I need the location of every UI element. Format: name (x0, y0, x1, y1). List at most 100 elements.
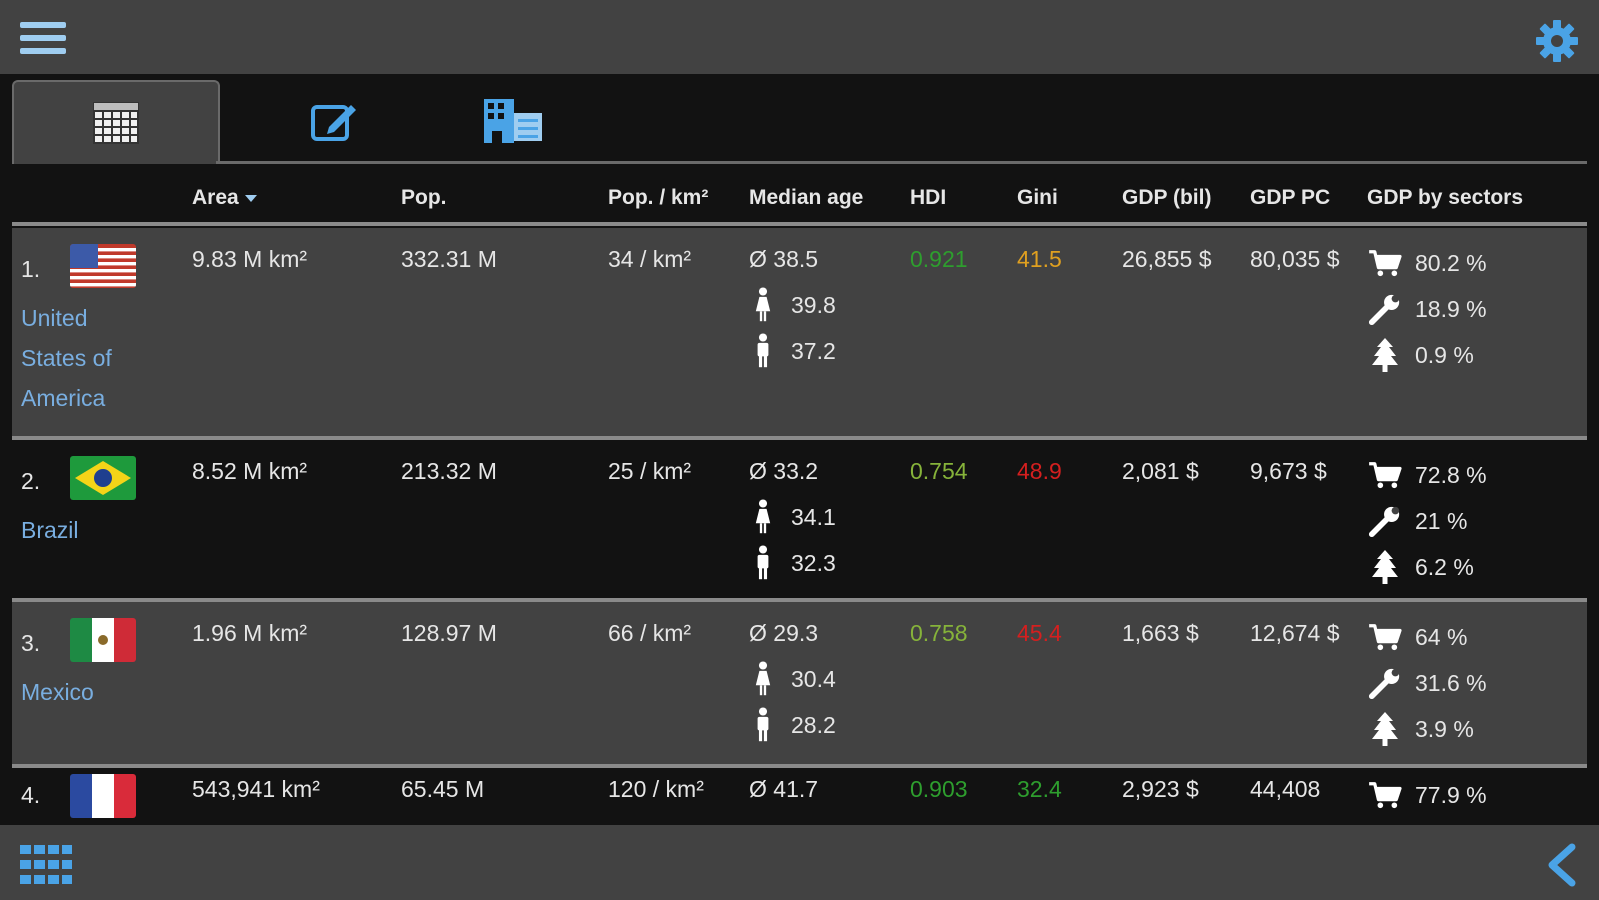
country-link[interactable]: United States of America (21, 298, 151, 418)
sector-agriculture: 3.9 % (1415, 715, 1474, 742)
hdi-value: 0.921 (910, 246, 968, 272)
median-age-female: 39.8 (791, 291, 836, 318)
wrench-icon (1367, 666, 1403, 700)
female-icon (749, 661, 777, 697)
median-age-male: 32.3 (791, 549, 836, 576)
area-value: 8.52 M km² (192, 458, 308, 484)
sector-agriculture: 0.9 % (1415, 341, 1474, 368)
sector-industry: 31.6 % (1415, 669, 1487, 696)
gdp-sectors-cell: 64 % 31.6 % 3.9 % (1367, 614, 1487, 752)
density-value: 120 / km² (608, 776, 704, 802)
table-header: Area Pop. Pop. / km² Median age HDI Gini… (12, 176, 1587, 226)
gini-value: 32.4 (1017, 776, 1062, 802)
country-link[interactable]: Brazil (21, 510, 151, 550)
median-age-cell: Ø 38.5 39.8 37.2 (749, 236, 836, 374)
column-header-median-age[interactable]: Median age (749, 186, 863, 210)
tree-icon (1367, 711, 1403, 747)
table-row[interactable]: 1. United States of America 9.83 M km² 3… (12, 228, 1587, 436)
column-header-pop[interactable]: Pop. (401, 186, 447, 210)
table-grid-icon (93, 102, 139, 144)
median-age-male: 28.2 (791, 711, 836, 738)
hdi-value: 0.758 (910, 620, 968, 646)
area-value: 9.83 M km² (192, 246, 308, 272)
row-rank: 3. (21, 630, 41, 656)
fr-flag (70, 774, 136, 818)
male-icon (749, 545, 777, 581)
table-row[interactable]: 4. 543,941 km² 65.45 M 120 / km² Ø 41.7 … (12, 768, 1587, 825)
cart-icon (1367, 623, 1403, 651)
density-value: 66 / km² (608, 620, 692, 646)
edit-icon (311, 105, 356, 141)
gdp-per-capita-value: 44,408 (1250, 776, 1321, 802)
sector-industry: 21 % (1415, 507, 1468, 534)
hamburger-menu-icon[interactable] (20, 22, 66, 62)
column-header-area[interactable]: Area (192, 186, 257, 210)
column-header-density[interactable]: Pop. / km² (608, 186, 708, 210)
median-age-female: 34.1 (791, 503, 836, 530)
area-value: 543,941 km² (192, 776, 320, 802)
median-age-male: 37.2 (791, 337, 836, 364)
gdp-per-capita-value: 12,674 $ (1250, 620, 1340, 646)
mx-flag (70, 618, 136, 662)
tab-compare[interactable] (452, 80, 572, 162)
wrench-icon (1367, 292, 1403, 326)
column-header-gdp-pc[interactable]: GDP PC (1250, 186, 1330, 210)
row-rank: 1. (21, 256, 41, 282)
chevron-left-icon[interactable] (1542, 843, 1582, 887)
building-compare-icon (484, 99, 542, 143)
gear-icon[interactable] (1534, 18, 1580, 64)
median-age-cell: Ø 33.2 34.1 32.3 (749, 448, 836, 586)
tab-underline (216, 161, 1587, 164)
population-value: 332.31 M (401, 246, 497, 272)
hdi-value: 0.754 (910, 458, 968, 484)
tab-edit[interactable] (274, 80, 394, 162)
gdp-sectors-cell: 72.8 % 21 % 6.2 % (1367, 452, 1487, 590)
cart-icon (1367, 781, 1403, 809)
male-icon (749, 707, 777, 743)
wrench-icon (1367, 504, 1403, 538)
median-age-cell: Ø 29.3 30.4 28.2 (749, 610, 836, 748)
female-icon (749, 499, 777, 535)
app-grid-icon[interactable] (20, 845, 72, 885)
top-bar (0, 0, 1599, 74)
population-value: 213.32 M (401, 458, 497, 484)
gdp-value: 1,663 $ (1122, 620, 1199, 646)
tree-icon (1367, 549, 1403, 585)
population-value: 128.97 M (401, 620, 497, 646)
median-age-average: Ø 33.2 (749, 457, 819, 484)
row-rank: 2. (21, 468, 41, 494)
gini-value: 41.5 (1017, 246, 1062, 272)
country-link[interactable]: Mexico (21, 672, 151, 712)
tab-table[interactable] (12, 80, 220, 164)
gini-value: 48.9 (1017, 458, 1062, 484)
table-row[interactable]: 2. Brazil 8.52 M km² 213.32 M 25 / km² Ø… (12, 440, 1587, 598)
table-row[interactable]: 3. Mexico 1.96 M km² 128.97 M 66 / km² Ø… (12, 602, 1587, 764)
median-age-average: Ø 29.3 (749, 619, 819, 646)
population-value: 65.45 M (401, 776, 485, 802)
column-header-gdp-sectors[interactable]: GDP by sectors (1367, 186, 1523, 210)
density-value: 25 / km² (608, 458, 692, 484)
us-flag (70, 244, 136, 288)
tree-icon (1367, 337, 1403, 373)
column-header-gini[interactable]: Gini (1017, 186, 1058, 210)
median-age-average: Ø 41.7 (749, 776, 819, 802)
hdi-value: 0.903 (910, 776, 968, 802)
gdp-per-capita-value: 80,035 $ (1250, 246, 1340, 272)
bottom-bar (0, 825, 1599, 900)
row-rank: 4. (21, 782, 41, 808)
gdp-value: 2,923 $ (1122, 776, 1199, 802)
column-header-gdp[interactable]: GDP (bil) (1122, 186, 1211, 210)
gdp-sectors-cell: 80.2 % 18.9 % 0.9 % (1367, 240, 1487, 378)
sector-services: 72.8 % (1415, 461, 1487, 488)
column-header-hdi[interactable]: HDI (910, 186, 946, 210)
gdp-value: 2,081 $ (1122, 458, 1199, 484)
median-age-average: Ø 38.5 (749, 245, 819, 272)
sector-industry: 18.9 % (1415, 295, 1487, 322)
area-value: 1.96 M km² (192, 620, 308, 646)
gini-value: 45.4 (1017, 620, 1062, 646)
sector-services: 64 % (1415, 623, 1468, 650)
density-value: 34 / km² (608, 246, 692, 272)
sector-agriculture: 6.2 % (1415, 553, 1474, 580)
male-icon (749, 333, 777, 369)
sector-services: 77.9 % (1415, 781, 1487, 808)
